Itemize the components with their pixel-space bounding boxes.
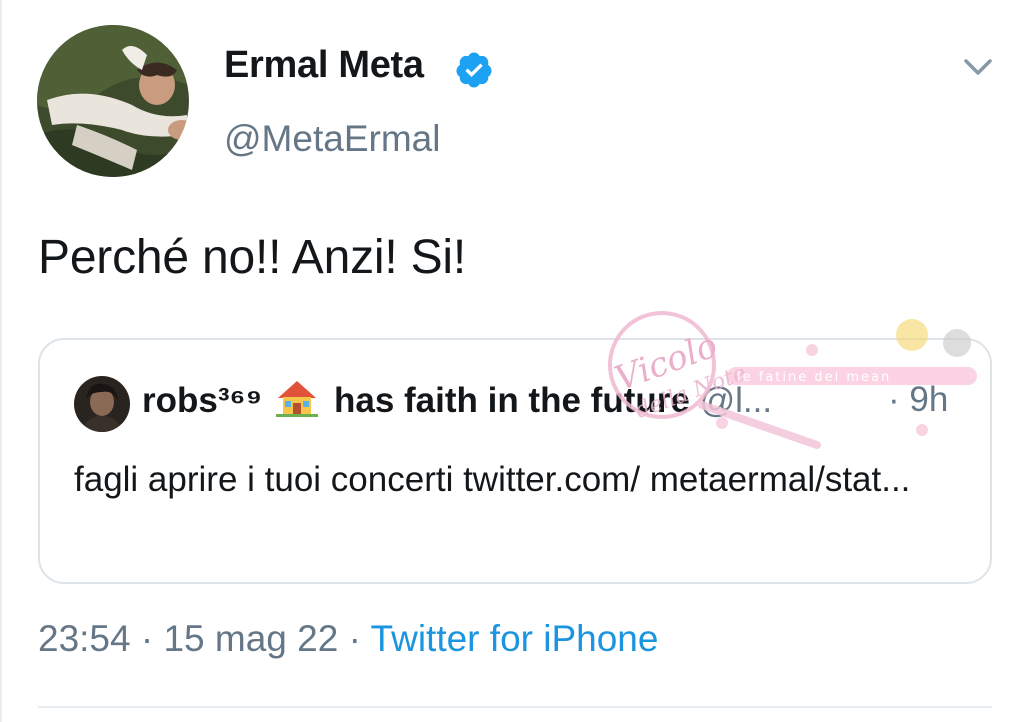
tweet-text: Perché no!! Anzi! Si! — [38, 231, 467, 284]
quoted-author-handle[interactable]: @l... — [700, 381, 772, 420]
tweet-meta: 23:54 · 15 mag 22 · Twitter for iPhone — [38, 618, 658, 660]
tweet-timestamp[interactable]: 23:54 · 15 mag 22 — [38, 618, 338, 659]
quoted-author-avatar — [74, 376, 130, 432]
house-with-garden-icon — [276, 381, 319, 417]
author-avatar[interactable] — [37, 25, 189, 177]
quoted-tweet-header: robs³⁶⁹ has faith in the future @l... — [142, 378, 772, 421]
tweet-source-link[interactable]: Twitter for iPhone — [371, 618, 659, 659]
divider — [38, 706, 992, 708]
tweet-card: Ermal Meta @MetaErmal Perché no!! Anzi! … — [0, 0, 1024, 722]
author-handle[interactable]: @MetaErmal — [224, 118, 440, 160]
quoted-tweet-text: fagli aprire i tuoi concerti twitter.com… — [74, 460, 911, 499]
quoted-tweet-time: · 9h — [888, 380, 949, 419]
quoted-tweet-card[interactable]: robs³⁶⁹ has faith in the future @l... · … — [38, 338, 992, 584]
meta-separator: · — [338, 618, 371, 659]
quoted-author-name[interactable]: robs³⁶⁹ — [142, 381, 262, 420]
chevron-down-icon[interactable] — [960, 52, 996, 82]
verified-badge-icon — [456, 52, 492, 88]
author-display-name[interactable]: Ermal Meta — [224, 44, 424, 87]
quoted-author-name-suffix[interactable]: has faith in the future — [334, 381, 690, 420]
